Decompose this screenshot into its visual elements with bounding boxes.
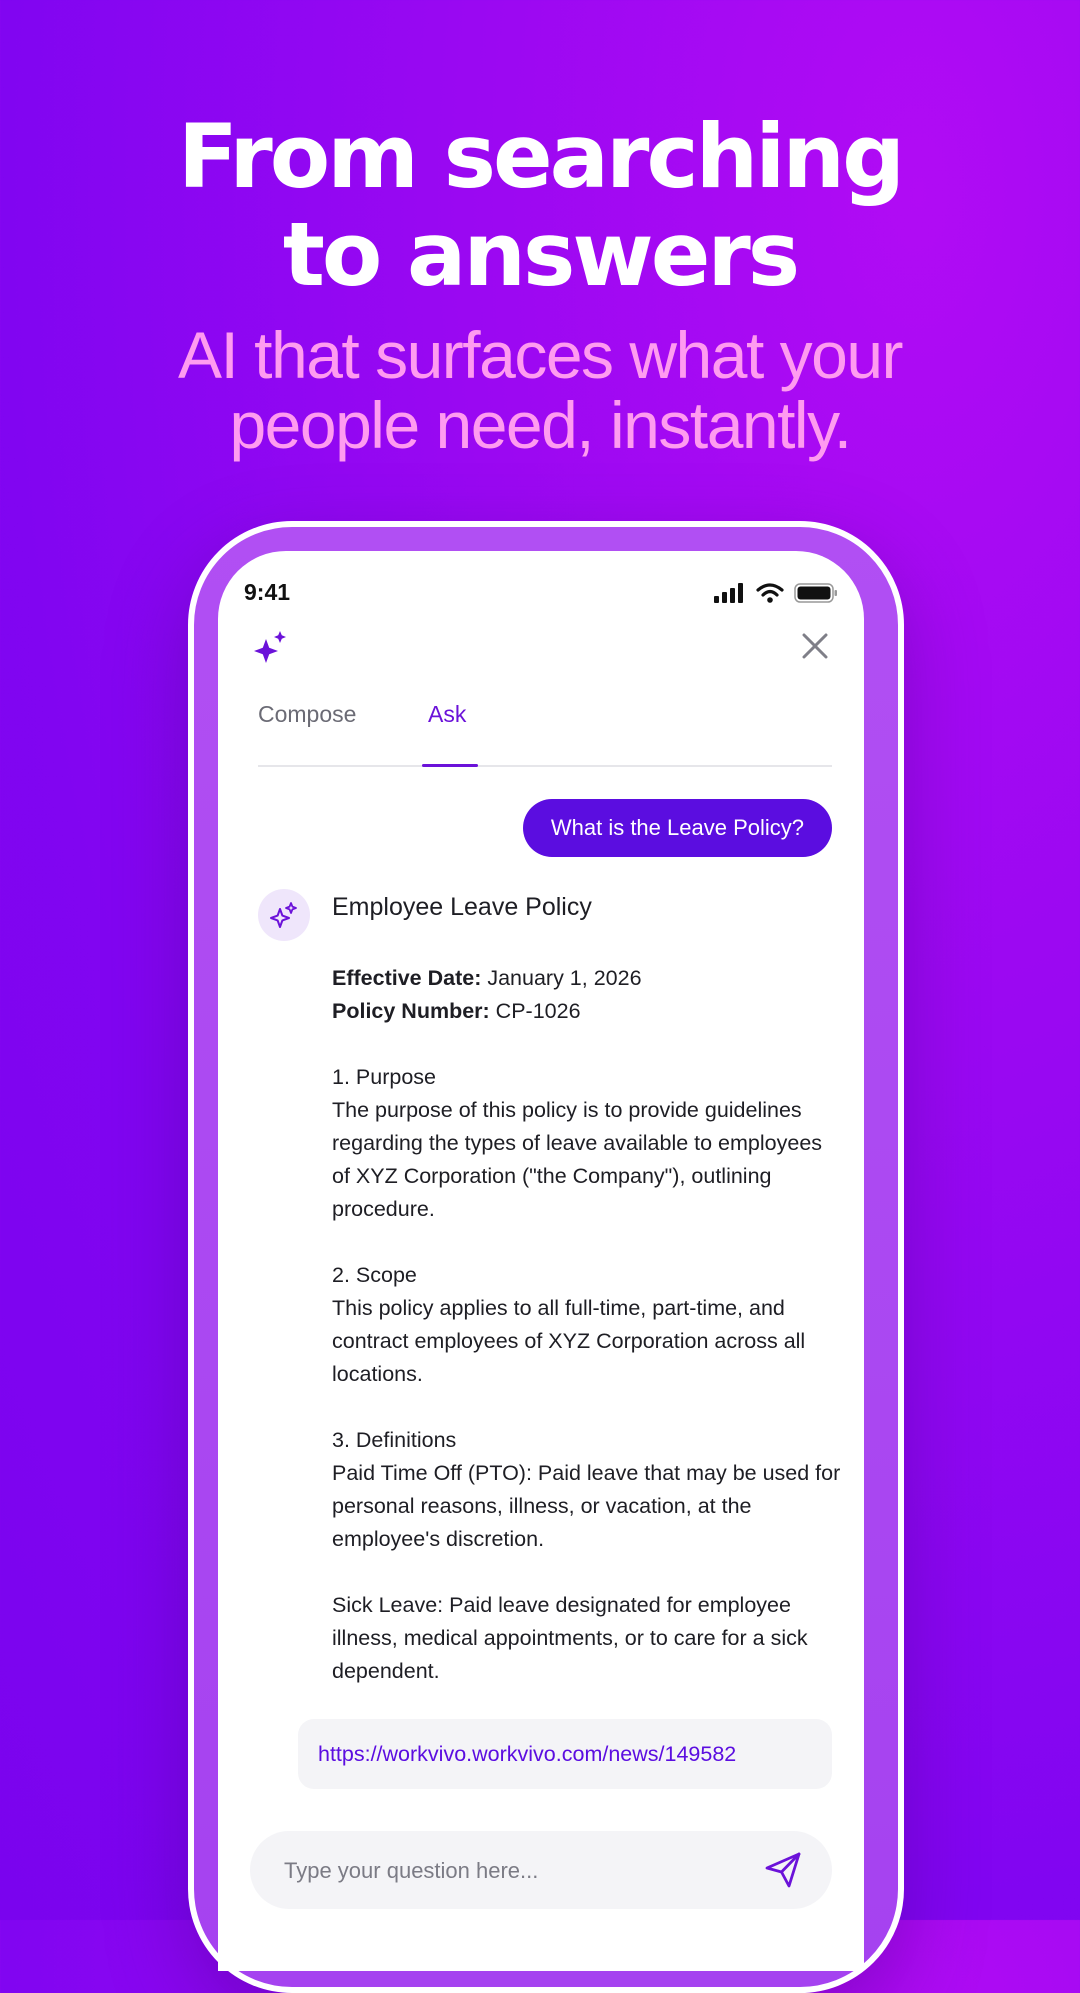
sparkle-outline-icon <box>270 902 297 928</box>
hero: From searching to answers AI that surfac… <box>0 108 1080 461</box>
hero-subtitle-line-2: people need, instantly. <box>229 388 852 462</box>
source-link[interactable]: https://workvivo.workvivo.com/news/14958… <box>318 1742 736 1767</box>
policy-number-value: CP-1026 <box>489 999 581 1023</box>
source-link-card: https://workvivo.workvivo.com/news/14958… <box>298 1719 832 1789</box>
close-icon[interactable] <box>800 631 830 661</box>
tab-compose[interactable]: Compose <box>258 701 356 728</box>
send-icon[interactable] <box>764 1851 802 1889</box>
effective-date: Effective Date: January 1, 2026 <box>332 962 842 995</box>
phone-screen: 9:41 Compose Ask What is the Leave Polic… <box>218 551 864 1971</box>
scope-heading: 2. Scope <box>332 1263 417 1287</box>
ai-answer: Employee Leave Policy Effective Date: Ja… <box>332 893 842 1688</box>
sick-leave-definition: Sick Leave: Paid leave designated for em… <box>332 1593 808 1683</box>
scope-text: This policy applies to all full-time, pa… <box>332 1296 806 1386</box>
hero-title: From searching to answers <box>0 108 1080 304</box>
cellular-signal-icon <box>714 583 743 603</box>
tab-ask[interactable]: Ask <box>428 701 466 728</box>
hero-title-line-1: From searching <box>177 105 905 208</box>
policy-number-label: Policy Number: <box>332 999 490 1023</box>
hero-subtitle-line-1: AI that surfaces what your <box>177 318 904 392</box>
status-bar: 9:41 <box>244 579 838 613</box>
question-composer <box>250 1831 832 1911</box>
effective-date-value: January 1, 2026 <box>481 966 642 990</box>
wifi-icon <box>756 583 784 603</box>
status-time: 9:41 <box>244 579 291 605</box>
active-tab-indicator <box>422 764 478 767</box>
ai-avatar <box>258 889 310 941</box>
user-question-bubble: What is the Leave Policy? <box>522 799 832 857</box>
definitions-heading: 3. Definitions <box>332 1428 457 1452</box>
panel-header <box>252 629 830 671</box>
hero-subtitle: AI that surfaces what your people need, … <box>0 320 1080 460</box>
pto-definition: Paid Time Off (PTO): Paid leave that may… <box>332 1461 841 1551</box>
sparkle-icon <box>254 631 286 663</box>
policy-number: Policy Number: CP-1026 <box>332 995 842 1028</box>
battery-icon <box>794 583 837 603</box>
hero-title-line-2: to answers <box>282 203 800 306</box>
purpose-heading: 1. Purpose <box>332 1065 436 1089</box>
status-icons <box>714 583 838 603</box>
tab-bar: Compose Ask <box>258 701 832 767</box>
question-input[interactable] <box>282 1831 726 1911</box>
answer-title: Employee Leave Policy <box>332 893 592 921</box>
effective-date-label: Effective Date: <box>332 966 482 990</box>
purpose-text: The purpose of this policy is to provide… <box>332 1098 823 1221</box>
